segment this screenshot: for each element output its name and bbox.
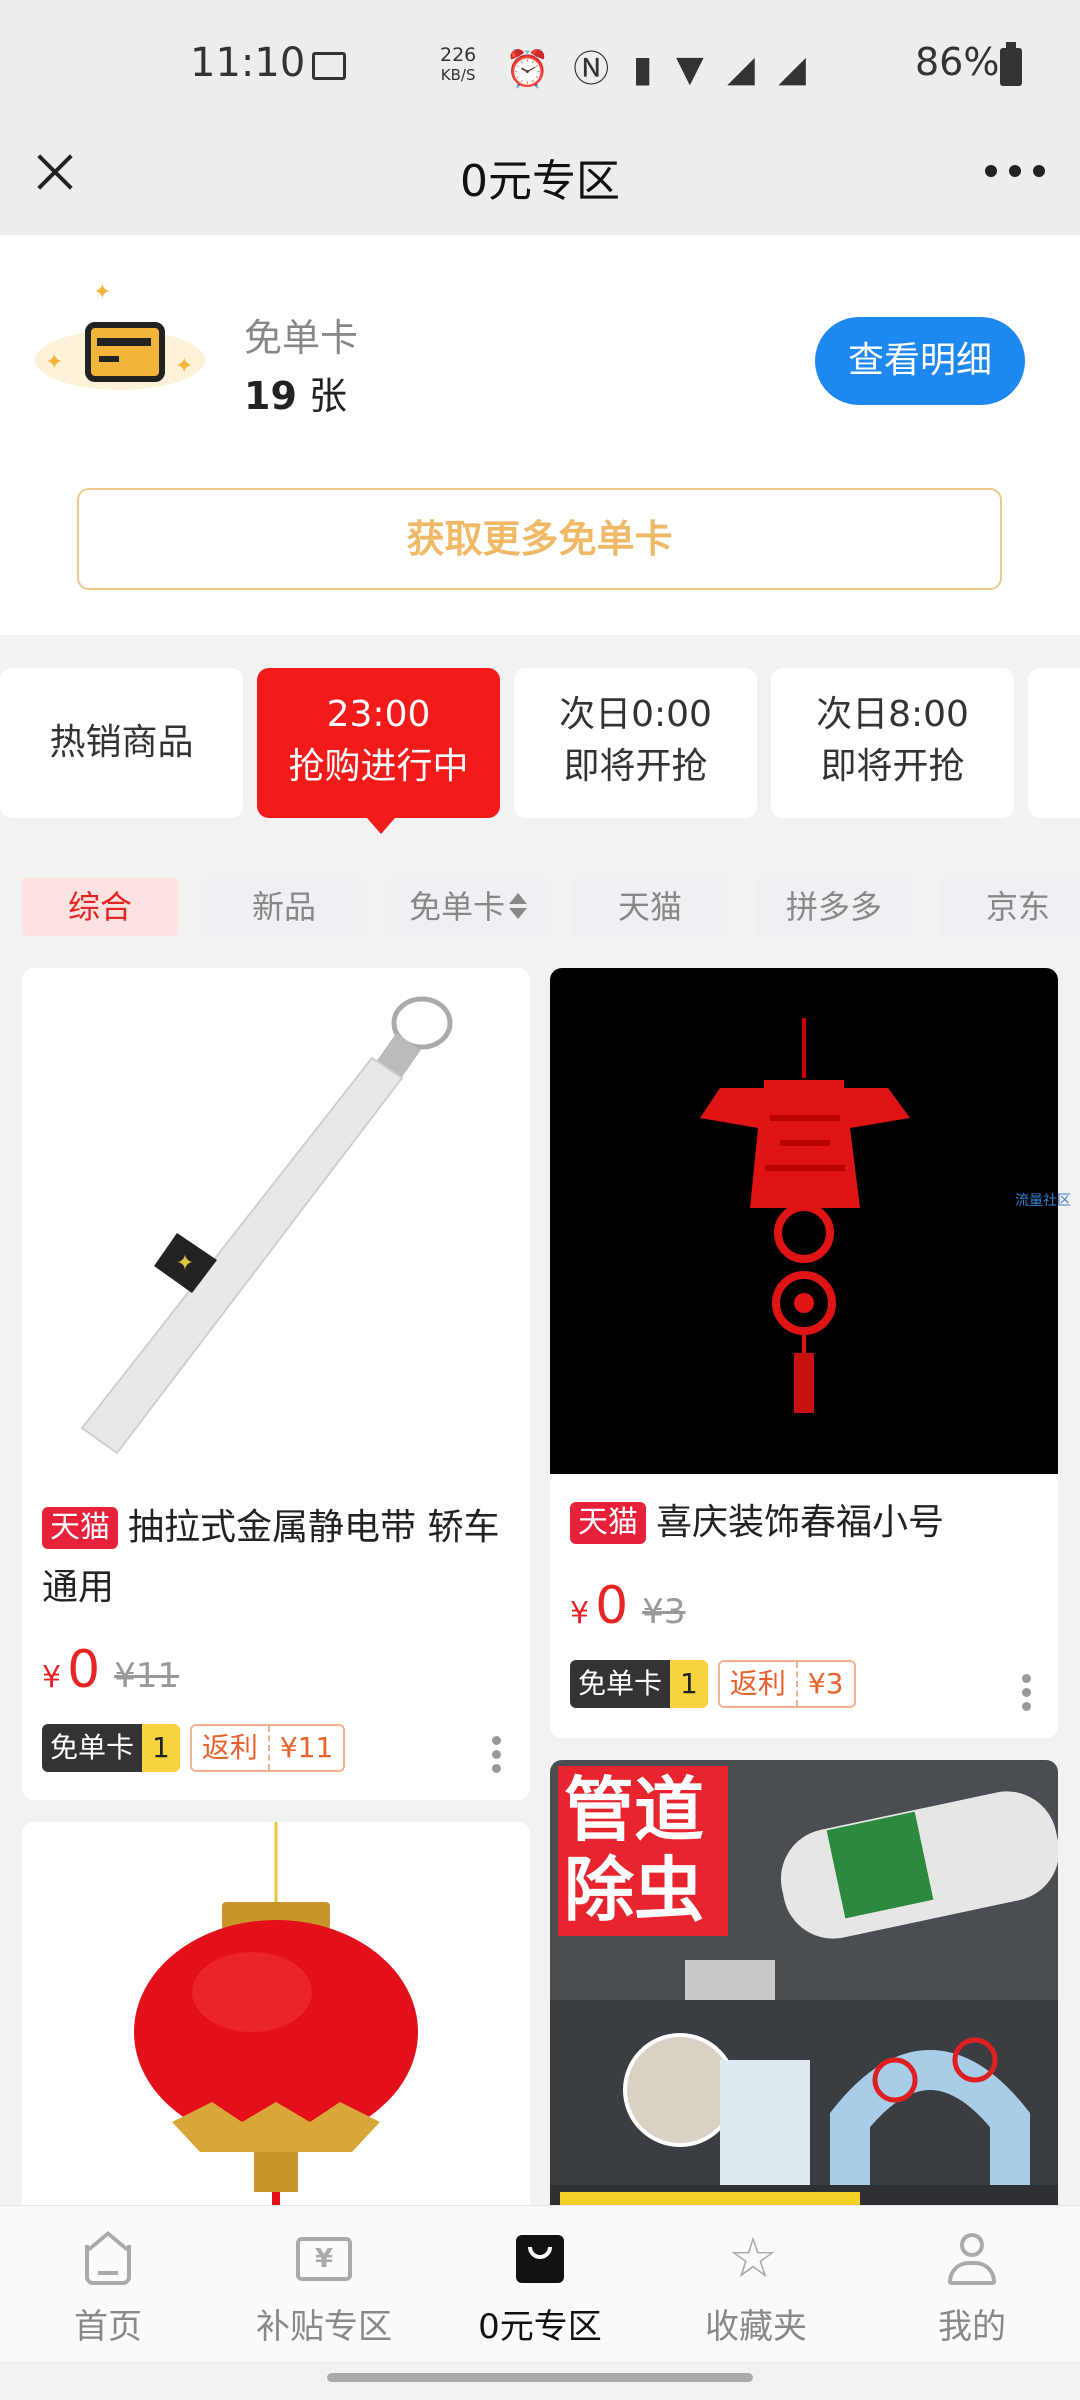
tab-label: 热销商品 (49, 722, 194, 763)
tab-time: 23:00 (326, 694, 431, 735)
more-options-icon[interactable] (1022, 1674, 1032, 1714)
tab-status: 抢购进行中 (288, 746, 469, 787)
product-price: ¥0 ¥3 (570, 1576, 685, 1636)
filter-jd[interactable]: 京东 (940, 878, 1080, 936)
rebate-badge: 返利 ¥3 (717, 1660, 856, 1708)
more-options-icon[interactable] (985, 165, 1045, 177)
product-price: ¥0 ¥11 (42, 1640, 179, 1700)
nav-mine[interactable]: 我的 (864, 2206, 1080, 2361)
free-card-badge-count: 1 (670, 1660, 708, 1708)
free-card-label: 免单卡 (244, 316, 359, 360)
nav-zero-yuan[interactable]: 0元专区 (432, 2206, 648, 2361)
nav-label: 补贴专区 (256, 2307, 392, 2347)
view-details-button[interactable]: 查看明细 (815, 317, 1025, 405)
tab-next-day-0800[interactable]: 次日8:00 即将开抢 (771, 668, 1014, 818)
home-indicator[interactable] (327, 2373, 753, 2382)
product-image: 管道 除虫 (550, 1760, 1058, 2220)
product-badges: 免单卡 1 返利 ¥3 (570, 1660, 856, 1708)
battery-percent: 86% (915, 40, 1000, 84)
gallery-icon (312, 52, 346, 80)
product-name: 喜庆装饰春福小号 (656, 1502, 945, 1543)
currency-symbol: ¥ (42, 1660, 62, 1695)
product-card[interactable]: 天猫 喜庆装饰春福小号 ¥0 ¥3 免单卡 1 返利 ¥3 (550, 968, 1058, 1738)
tab-2300-in-progress[interactable]: 23:00 抢购进行中 (257, 668, 500, 834)
product-title: 天猫 抽拉式金属静电带 轿车通用 (42, 1498, 510, 1618)
nav-label: 首页 (74, 2307, 142, 2347)
product-card[interactable]: ✦ 天猫 抽拉式金属静电带 轿车通用 ¥0 ¥11 免单卡 1 返利 ¥11 (22, 968, 530, 1800)
battery-icon (1000, 42, 1022, 86)
filter-free-card-label: 免单卡 (408, 888, 505, 926)
rebate-value: ¥11 (267, 1726, 343, 1770)
free-card-badge: 免单卡 (42, 1724, 143, 1772)
status-icons: ⏰ Ⓝ ▮ ▼ ◢ ◢ (505, 49, 812, 90)
tmall-tag: 天猫 (570, 1502, 646, 1544)
tab-status: 即将开抢 (820, 746, 965, 787)
free-card-badge: 免单卡 (570, 1660, 671, 1708)
filter-tmall[interactable]: 天猫 (572, 878, 728, 936)
product-card[interactable]: 管道 除虫 (550, 1760, 1058, 2220)
free-card-count-unit: 张 (308, 374, 347, 418)
nav-favorites[interactable]: ☆ 收藏夹 (648, 2206, 864, 2361)
product-title: 天猫 喜庆装饰春福小号 (570, 1493, 1038, 1553)
free-card-badge-count: 1 (142, 1724, 180, 1772)
nav-label: 我的 (938, 2307, 1006, 2347)
rebate-label: 返利 (201, 1731, 258, 1764)
price-value: 0 (67, 1640, 101, 1700)
nav-label: 0元专区 (478, 2307, 602, 2347)
get-more-cards-button[interactable]: 获取更多免单卡 (77, 488, 1002, 590)
currency-symbol: ¥ (570, 1596, 590, 1631)
rebate-badge: 返利 ¥11 (189, 1724, 346, 1772)
page-title: 0元专区 (460, 156, 620, 207)
page-header: 0元专区 (0, 135, 1080, 235)
network-speed-value: 226 (440, 44, 477, 66)
rebate-value: ¥3 (795, 1662, 854, 1706)
free-card-count-value: 19 (244, 374, 297, 418)
filter-new[interactable]: 新品 (206, 878, 362, 936)
time-slot-tabs: 热销商品 23:00 抢购进行中 次日0:00 即将开抢 次日8:00 即将开抢 (0, 668, 1080, 834)
product-image: ✦ (22, 968, 530, 1476)
original-price: ¥3 (642, 1592, 686, 1632)
filter-pinduoduo[interactable]: 拼多多 (756, 878, 912, 936)
tmall-tag: 天猫 (42, 1507, 118, 1549)
price-value: 0 (595, 1576, 629, 1636)
free-card-section: ✦ ✦ ✦ 免单卡 19 张 查看明细 获取更多免单卡 (0, 235, 1080, 635)
filter-bar: 综合 新品 免单卡 天猫 拼多多 京东 (0, 878, 1080, 936)
sort-arrows-icon (509, 891, 527, 921)
yen-ticket-icon: ¥ (296, 2231, 352, 2287)
tab-hot-products[interactable]: 热销商品 (0, 668, 243, 818)
home-icon (80, 2231, 136, 2287)
svg-text:✦: ✦ (176, 1251, 194, 1276)
tab-next-day-0000[interactable]: 次日0:00 即将开抢 (514, 668, 757, 818)
user-icon (944, 2231, 1000, 2287)
filter-comprehensive[interactable]: 综合 (22, 878, 178, 936)
nav-subsidy[interactable]: ¥ 补贴专区 (216, 2206, 432, 2361)
side-watermark: 流量社区 (1015, 1193, 1071, 1209)
product-badges: 免单卡 1 返利 ¥11 (42, 1724, 346, 1772)
tab-time: 次日0:00 (559, 694, 712, 735)
rebate-label: 返利 (729, 1667, 786, 1700)
free-card-icon: ✦ ✦ ✦ (35, 280, 210, 410)
network-speed-unit: KB/S (440, 66, 476, 84)
nav-home[interactable]: 首页 (0, 2206, 216, 2361)
nav-label: 收藏夹 (705, 2307, 807, 2347)
product-image (22, 1822, 530, 2222)
more-options-icon[interactable] (492, 1736, 502, 1776)
filter-free-card[interactable]: 免单卡 (390, 878, 546, 936)
status-time: 11:10 (190, 40, 306, 86)
product-image (550, 968, 1058, 1474)
tab-next-partial[interactable] (1028, 668, 1080, 818)
shopping-bag-icon (512, 2231, 568, 2287)
free-card-count: 19 张 (244, 365, 347, 420)
tab-status: 即将开抢 (563, 746, 708, 787)
original-price: ¥11 (114, 1656, 180, 1696)
network-speed: 226 KB/S (440, 46, 476, 85)
active-tab-pointer (367, 818, 395, 834)
product-card[interactable] (22, 1822, 530, 2222)
star-icon: ☆ (728, 2226, 779, 2291)
bottom-navigation: 首页 ¥ 补贴专区 0元专区 ☆ 收藏夹 我的 (0, 2205, 1080, 2361)
status-bar: 11:10 226 KB/S ⏰ Ⓝ ▮ ▼ ◢ ◢ 86% (0, 0, 1080, 135)
tab-time: 次日8:00 (816, 694, 969, 735)
